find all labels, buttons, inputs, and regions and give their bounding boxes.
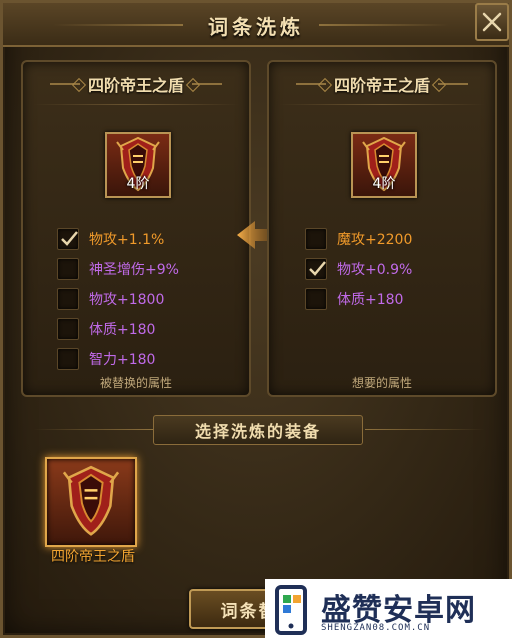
attribute-checkbox[interactable]	[57, 228, 79, 250]
attribute-list: 魔攻+2200 物攻+0.9% 体质+180	[305, 224, 412, 314]
attribute-checkbox[interactable]	[305, 258, 327, 280]
attribute-row: 物攻+1800	[57, 284, 179, 314]
header-ornament-right	[192, 83, 222, 85]
close-button[interactable]	[475, 3, 509, 41]
panel-title: 四阶帝王之盾	[87, 76, 184, 95]
header-ornament-left	[295, 83, 326, 85]
check-icon	[309, 261, 326, 276]
panel-divider	[279, 104, 485, 105]
section-divider-right	[365, 429, 485, 430]
attribute-text: 魔攻+2200	[337, 232, 413, 248]
refine-window: 词条洗炼 四阶帝王之盾 4阶 物攻+1.1% 神圣增伤+9% 物攻+1800 体…	[0, 0, 512, 638]
equipment-name-label: 四阶帝王之盾	[51, 549, 135, 565]
site-watermark: 盛赞安卓网 SHENGZAN08.COM.CN	[265, 579, 512, 638]
select-equipment-banner: 选择洗炼的装备	[153, 415, 363, 445]
panel-divider	[33, 104, 239, 105]
attribute-list: 物攻+1.1% 神圣增伤+9% 物攻+1800 体质+180 智力+180	[57, 224, 179, 374]
attribute-text: 物攻+0.9%	[337, 262, 413, 278]
watermark-url: SHENGZAN08.COM.CN	[321, 623, 431, 633]
title-ornament-right	[319, 24, 449, 26]
attribute-text: 物攻+1800	[89, 292, 165, 308]
attribute-checkbox[interactable]	[305, 228, 327, 250]
attribute-row: 智力+180	[57, 344, 179, 374]
phone-logo-icon	[275, 585, 307, 635]
attribute-text: 体质+180	[89, 322, 156, 338]
equipment-slot-selected[interactable]	[45, 457, 137, 547]
attribute-row: 魔攻+2200	[305, 224, 412, 254]
attribute-checkbox[interactable]	[305, 288, 327, 310]
item-level-label: 4阶	[372, 176, 396, 192]
attribute-text: 体质+180	[337, 292, 404, 308]
attribute-text: 智力+180	[89, 352, 156, 368]
attribute-row: 物攻+0.9%	[305, 254, 412, 284]
item-icon-slot[interactable]: 4阶	[351, 132, 417, 198]
item-icon-slot[interactable]: 4阶	[105, 132, 171, 198]
attribute-row: 神圣增伤+9%	[57, 254, 179, 284]
replaced-attributes-panel: 四阶帝王之盾 4阶 物攻+1.1% 神圣增伤+9% 物攻+1800 体质+180…	[21, 60, 251, 397]
close-icon	[482, 12, 502, 32]
section-divider-left	[33, 429, 153, 430]
attribute-checkbox[interactable]	[57, 318, 79, 340]
attribute-text: 神圣增伤+9%	[89, 262, 179, 278]
attribute-checkbox[interactable]	[57, 348, 79, 370]
panel-header: 四阶帝王之盾	[23, 68, 249, 100]
attribute-row: 体质+180	[57, 314, 179, 344]
header-ornament-right	[438, 83, 468, 85]
attribute-row: 体质+180	[305, 284, 412, 314]
attribute-row: 物攻+1.1%	[57, 224, 179, 254]
section-title: 选择洗炼的装备	[194, 422, 321, 441]
attribute-checkbox[interactable]	[57, 258, 79, 280]
shield-icon	[62, 465, 120, 536]
panel-title: 四阶帝王之盾	[333, 76, 430, 95]
panel-footer-label: 想要的属性	[351, 376, 412, 390]
attribute-text: 物攻+1.1%	[89, 232, 165, 248]
panel-header: 四阶帝王之盾	[269, 68, 495, 100]
title-bar: 词条洗炼	[3, 3, 509, 47]
panel-footer-label: 被替换的属性	[99, 376, 172, 390]
attribute-checkbox[interactable]	[57, 288, 79, 310]
check-icon	[61, 231, 78, 246]
header-ornament-left	[49, 83, 80, 85]
item-level-label: 4阶	[126, 176, 150, 192]
wanted-attributes-panel: 四阶帝王之盾 4阶 魔攻+2200 物攻+0.9% 体质+180 想要的属性	[267, 60, 497, 397]
